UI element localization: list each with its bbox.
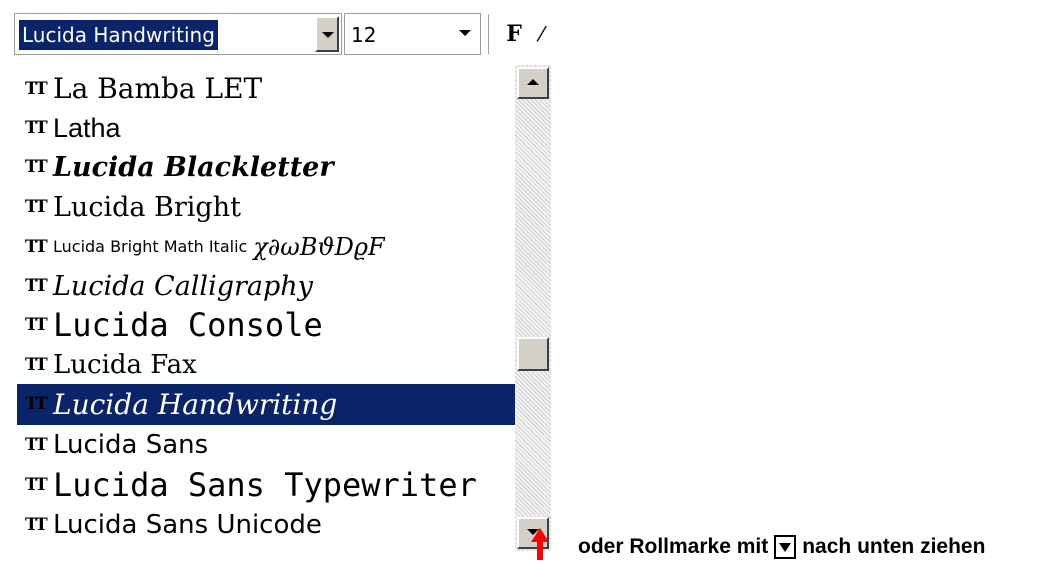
font-list-item[interactable]: TT Lucida Calligraphy xyxy=(17,266,517,306)
font-size-dropdown-button[interactable] xyxy=(454,16,478,52)
italic-button[interactable]: ⁄ xyxy=(540,17,560,51)
font-name-value[interactable]: Lucida Handwriting xyxy=(19,20,218,50)
scrollbar-thumb[interactable] xyxy=(517,337,549,371)
font-name-combobox[interactable]: Lucida Handwriting xyxy=(14,13,342,55)
truetype-icon: TT xyxy=(25,117,48,138)
truetype-icon: TT xyxy=(25,514,48,535)
truetype-icon: TT xyxy=(25,314,48,335)
truetype-icon: TT xyxy=(25,354,48,375)
bold-button[interactable]: F xyxy=(498,17,530,51)
font-list-item[interactable]: TT Lucida Console xyxy=(17,305,517,345)
font-list-item-label: La Bamba LET xyxy=(53,72,263,105)
font-list-item[interactable]: TT Lucida Bright Math Italic χ∂ωΒϑDϱF xyxy=(17,227,517,267)
font-list-item-label: Latha xyxy=(53,112,121,143)
font-list-item-label: Lucida Bright xyxy=(53,191,241,223)
font-list-item[interactable]: TT Latha xyxy=(17,108,517,148)
font-list-item[interactable]: TT Lucida Blackletter xyxy=(17,147,517,187)
font-list-item-selected[interactable]: TT Lucida Handwriting xyxy=(17,384,517,425)
font-list-item[interactable]: TT Lucida Sans Typewriter xyxy=(17,465,517,505)
font-dropdown-button[interactable] xyxy=(315,16,339,52)
truetype-icon: TT xyxy=(25,78,48,99)
font-list-item-label: Lucida Console xyxy=(53,306,323,344)
truetype-icon: TT xyxy=(25,156,48,177)
font-size-value[interactable]: 12 xyxy=(351,20,376,50)
font-list-item-label: Lucida Handwriting xyxy=(53,387,338,421)
font-list-item[interactable]: TT Lucida Fax xyxy=(17,345,517,385)
font-list-item-label: Lucida Calligraphy xyxy=(53,270,313,302)
formatting-toolbar: Lucida Handwriting 12 F ⁄ xyxy=(0,0,560,70)
font-list-item[interactable]: TT Lucida Sans Unicode xyxy=(17,505,517,545)
font-list-item-label: Lucida Bright Math Italic xyxy=(53,237,248,256)
truetype-icon: TT xyxy=(25,275,48,296)
chevron-down-icon xyxy=(459,30,471,36)
font-dropdown-list[interactable]: TT La Bamba LET TT Latha TT Lucida Black… xyxy=(17,65,554,551)
truetype-icon: TT xyxy=(25,394,48,414)
chevron-down-icon xyxy=(322,32,334,38)
truetype-icon: TT xyxy=(25,196,48,217)
font-list-item-label: Lucida Fax xyxy=(53,350,197,380)
instruction-annotation: oder Rollmarke mit nach unten ziehen xyxy=(578,532,985,562)
vertical-scrollbar[interactable] xyxy=(515,65,551,551)
truetype-icon: TT xyxy=(25,474,48,495)
truetype-icon: TT xyxy=(25,236,48,257)
down-arrow-box-icon xyxy=(774,535,797,559)
arrow-up-icon xyxy=(527,79,539,85)
font-size-combobox[interactable]: 12 xyxy=(344,13,481,55)
toolbar-separator xyxy=(488,14,492,54)
instruction-text-after: nach unten ziehen xyxy=(802,535,986,558)
font-list-item[interactable]: TT Lucida Bright xyxy=(17,187,517,227)
font-list-item[interactable]: TT La Bamba LET xyxy=(17,69,517,109)
font-list-item[interactable]: TT Lucida Sans xyxy=(17,425,517,465)
font-list-item-label: Lucida Sans Typewriter xyxy=(53,466,477,504)
red-arrow-pointer-icon xyxy=(531,528,549,560)
font-list-item-label: Lucida Blackletter xyxy=(53,151,334,183)
font-list-item-label: Lucida Sans Unicode xyxy=(53,510,322,540)
truetype-icon: TT xyxy=(25,434,48,455)
instruction-text-before: oder Rollmarke mit xyxy=(578,535,769,558)
font-sample-preview: χ∂ωΒϑDϱF xyxy=(253,233,385,261)
scroll-up-button[interactable] xyxy=(517,67,549,99)
font-list-item-label: Lucida Sans xyxy=(53,430,209,460)
